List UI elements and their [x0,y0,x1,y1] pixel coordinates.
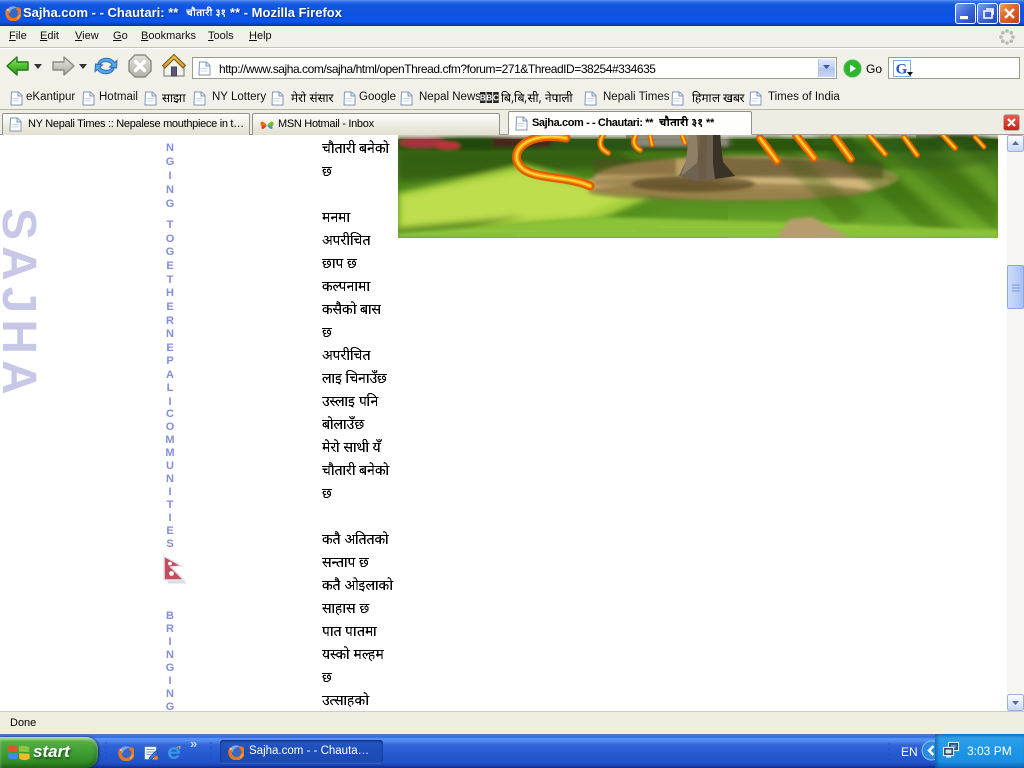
svg-text:B: B [486,94,492,103]
svg-text:G: G [896,62,908,78]
svg-text:B: B [480,94,486,103]
svg-text:C: C [493,94,499,103]
